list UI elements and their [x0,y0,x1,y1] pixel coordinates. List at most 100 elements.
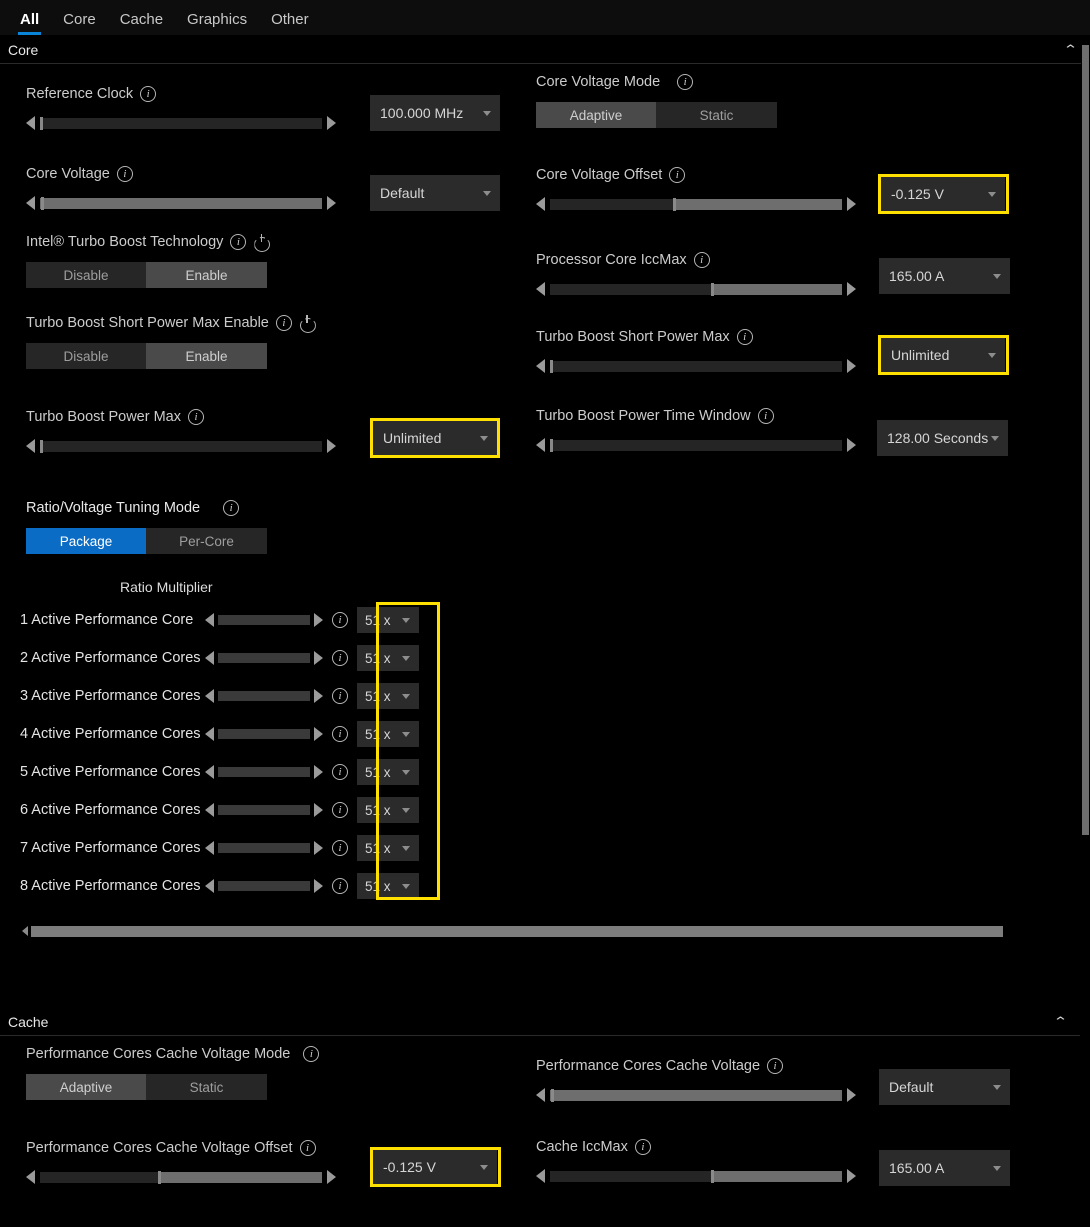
ratio-row-slider[interactable] [205,651,323,665]
chevron-down-icon[interactable] [402,618,410,623]
chevron-down-icon[interactable] [988,353,996,358]
tab-all[interactable]: All [8,12,51,35]
ratio-row-slider[interactable] [205,879,323,893]
slider-decrement-arrow[interactable] [205,613,214,627]
info-icon[interactable]: i [332,612,348,628]
toggle-option-per-core[interactable]: Per-Core [146,528,267,554]
vertical-scrollbar[interactable] [1081,36,1090,1227]
slider-increment-arrow[interactable] [314,613,323,627]
slider-increment-arrow[interactable] [847,282,856,296]
slider-increment-arrow[interactable] [327,116,336,130]
ratio-row-slider[interactable] [205,613,323,627]
chevron-down-icon[interactable] [993,1085,1001,1090]
combo-core-voltage[interactable]: Default [370,175,500,211]
info-icon[interactable]: i [736,329,753,345]
info-icon[interactable]: i [767,1058,784,1074]
slider-decrement-arrow[interactable] [205,765,214,779]
slider-track[interactable] [218,881,310,891]
info-icon[interactable]: i [332,802,348,818]
info-icon[interactable]: i [299,1140,316,1156]
scroll-left-arrow[interactable] [22,926,28,936]
slider-processor-core-iccmax[interactable] [536,282,856,296]
chevron-down-icon[interactable] [480,1165,488,1170]
slider-turbo-boost-power-time-window[interactable] [536,438,856,452]
combo-processor-core-iccmax[interactable]: 165.00 A [879,258,1010,294]
combo-turbo-boost-short-power-max[interactable]: Unlimited [881,338,1005,372]
tab-cache[interactable]: Cache [108,12,175,35]
tab-core[interactable]: Core [51,12,108,35]
info-icon[interactable]: i [634,1139,651,1155]
slider-decrement-arrow[interactable] [205,879,214,893]
ratio-row-slider[interactable] [205,803,323,817]
slider-track[interactable] [218,805,310,815]
ratio-row-slider[interactable] [205,841,323,855]
power-icon[interactable] [253,234,269,250]
slider-increment-arrow[interactable] [314,765,323,779]
slider-track[interactable] [550,1169,842,1183]
slider-track[interactable] [40,439,322,453]
info-icon[interactable]: i [140,86,157,102]
combo-ratio-multiplier[interactable]: 51 x [357,759,419,785]
slider-decrement-arrow[interactable] [205,651,214,665]
info-icon[interactable]: i [116,166,133,182]
tab-other[interactable]: Other [259,12,321,35]
chevron-down-icon[interactable] [991,436,999,441]
ratio-row-slider[interactable] [205,727,323,741]
slider-increment-arrow[interactable] [327,1170,336,1184]
chevron-up-icon[interactable]: ⌃ [1053,1015,1068,1028]
slider-increment-arrow[interactable] [314,651,323,665]
slider-decrement-arrow[interactable] [26,116,35,130]
combo-ratio-multiplier[interactable]: 51 x [357,645,419,671]
combo-pcore-cache-voltage[interactable]: Default [879,1069,1010,1105]
horizontal-scroll-thumb[interactable] [31,925,1003,937]
combo-ratio-multiplier[interactable]: 51 x [357,797,419,823]
info-icon[interactable]: i [693,252,710,268]
combo-turbo-boost-power-max[interactable]: Unlimited [373,421,497,455]
chevron-down-icon[interactable] [483,191,491,196]
slider-increment-arrow[interactable] [847,1088,856,1102]
info-icon[interactable]: i [275,315,292,331]
slider-track[interactable] [40,1170,322,1184]
slider-turbo-boost-power-max[interactable] [26,439,336,453]
combo-ratio-multiplier[interactable]: 51 x [357,873,419,899]
chevron-down-icon[interactable] [402,694,410,699]
vertical-scroll-thumb[interactable] [1082,45,1089,835]
horizontal-scrollbar[interactable] [22,924,1012,938]
chevron-down-icon[interactable] [402,656,410,661]
section-header-core[interactable]: Core ⌃ [0,36,1090,64]
slider-turbo-boost-short-power-max[interactable] [536,359,856,373]
ratio-row-slider[interactable] [205,689,323,703]
chevron-down-icon[interactable] [480,436,488,441]
slider-increment-arrow[interactable] [327,439,336,453]
slider-track[interactable] [550,282,842,296]
slider-track[interactable] [40,116,322,130]
combo-ratio-multiplier[interactable]: 51 x [357,721,419,747]
info-icon[interactable]: i [332,650,348,666]
info-icon[interactable]: i [332,726,348,742]
toggle-option-static[interactable]: Static [146,1074,267,1100]
combo-core-voltage-offset[interactable]: -0.125 V [881,177,1005,211]
toggle-option-enable[interactable]: Enable [146,262,267,288]
slider-increment-arrow[interactable] [847,438,856,452]
slider-increment-arrow[interactable] [314,727,323,741]
combo-turbo-boost-power-time-window[interactable]: 128.00 Seconds [877,420,1008,456]
slider-cache-iccmax[interactable] [536,1169,856,1183]
slider-track[interactable] [218,843,310,853]
slider-decrement-arrow[interactable] [205,727,214,741]
chevron-down-icon[interactable] [402,808,410,813]
slider-core-voltage[interactable] [26,196,336,210]
chevron-down-icon[interactable] [402,846,410,851]
toggle-option-static[interactable]: Static [656,102,777,128]
chevron-down-icon[interactable] [988,192,996,197]
combo-reference-clock[interactable]: 100.000 MHz [370,95,500,131]
info-icon[interactable]: i [332,878,348,894]
slider-decrement-arrow[interactable] [536,1088,545,1102]
slider-decrement-arrow[interactable] [536,438,545,452]
power-icon[interactable] [299,315,315,331]
chevron-down-icon[interactable] [402,884,410,889]
chevron-down-icon[interactable] [993,1166,1001,1171]
slider-track[interactable] [550,359,842,373]
slider-pcore-cache-voltage-offset[interactable] [26,1170,336,1184]
slider-track[interactable] [218,615,310,625]
slider-track[interactable] [40,196,322,210]
